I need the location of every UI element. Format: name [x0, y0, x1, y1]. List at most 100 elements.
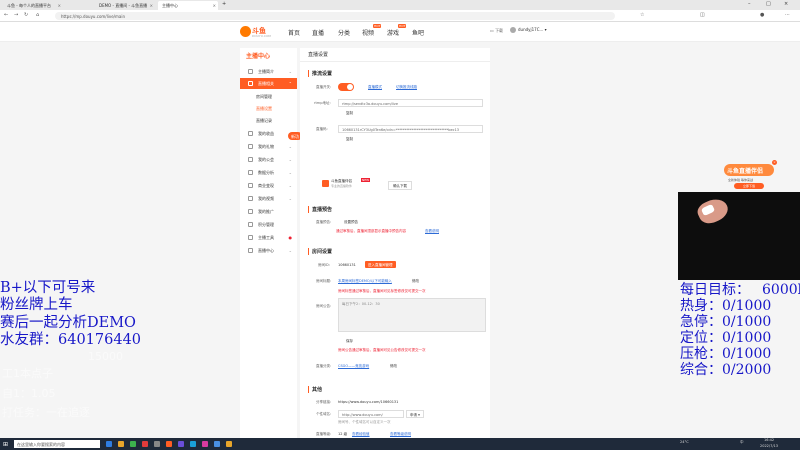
level-exp-link[interactable]: 查看经验值 — [352, 432, 370, 437]
nav-game[interactable]: 游戏 — [387, 28, 399, 37]
chevron-down-icon: ⌄ — [288, 69, 292, 74]
maximize-icon[interactable]: □ — [766, 1, 771, 7]
input-language[interactable]: 中 — [740, 440, 744, 445]
promo-title: 斗鱼直播伴侣 — [724, 164, 774, 176]
sidebar-item-live[interactable]: 直播相关 ⌃ — [240, 78, 297, 89]
close-icon[interactable]: × — [58, 3, 61, 8]
enter-room-button[interactable]: 进入直播间管理 — [365, 261, 396, 268]
more-icon[interactable]: ⋯ — [785, 12, 790, 18]
rtmp-input[interactable]: rtmp://sendtc3a.douyu.com/live — [338, 99, 483, 107]
level-desc-link[interactable]: 查看等级说明 — [390, 432, 411, 437]
nav-live[interactable]: 直播 — [312, 28, 324, 37]
sidebar-item-tools[interactable]: 主播工具 ● — [240, 232, 297, 243]
domain-apply-button[interactable]: 申请 ▾ — [406, 410, 424, 418]
section-title-push: 推流设置 — [308, 70, 332, 77]
domain-input[interactable]: http://www.douyu.com/ — [338, 410, 404, 418]
sidebar-item-room-manage[interactable]: 房间管理 — [240, 91, 297, 102]
copy-code-button[interactable]: 复制 — [346, 137, 353, 142]
back-icon[interactable]: ← — [4, 12, 8, 18]
live-mode-link[interactable]: 直播模式 — [368, 85, 382, 90]
helper-promo-popup[interactable]: 斗鱼直播伴侣 全新体验 等你来战 立即下载 × — [722, 160, 777, 192]
close-icon[interactable]: × — [213, 3, 216, 8]
taskbar-app-icon[interactable] — [178, 441, 184, 447]
guild-icon — [248, 157, 253, 162]
clock-time[interactable]: 16:42 — [764, 438, 774, 442]
forward-icon[interactable]: → — [14, 12, 18, 18]
sidebar-item-gifts[interactable]: 我的礼物 ⌄ — [240, 141, 297, 152]
douyu-logo[interactable]: 斗鱼 DOUYU.COM — [240, 25, 274, 39]
ghost-text-3: 自1：1.05 — [2, 387, 56, 400]
address-bar: ← → ↻ ⌂ https://mp.douyu.com/live/main ☆… — [0, 10, 800, 22]
sidebar-item-business[interactable]: 商业变现 ⌄ — [240, 180, 297, 191]
notice-set-button[interactable]: 设置预告 — [344, 220, 358, 225]
copy-rtmp-button[interactable]: 复制 — [346, 111, 353, 116]
taskbar-app-icon[interactable] — [166, 441, 172, 447]
extensions-icon[interactable]: ◫ — [700, 12, 705, 18]
nav-home[interactable]: 首页 — [288, 28, 300, 37]
promo-download-button[interactable]: 立即下载 — [734, 183, 764, 189]
url-input[interactable]: https://mp.douyu.com/live/main — [55, 12, 615, 20]
helper-download-card[interactable]: 斗鱼直播伴侣 专业的直播软件 — [322, 179, 352, 191]
taskbar-app-icon[interactable] — [154, 441, 160, 447]
sidebar-item-guild[interactable]: 我的公会 ⌄ — [240, 154, 297, 165]
sidebar-item-points[interactable]: 积分管理 — [240, 219, 297, 230]
home-icon[interactable]: ⌂ — [36, 12, 39, 18]
taskbar: ⊞ 在这里输入你要搜索的内容 24°C 中 16:42 2022/7/13 — [0, 438, 800, 450]
taskbar-app-icon[interactable] — [226, 441, 232, 447]
taskbar-search[interactable]: 在这里输入你要搜索的内容 — [14, 440, 100, 448]
promo-close-icon[interactable]: × — [772, 160, 777, 165]
new-tab-icon[interactable]: + — [222, 1, 226, 7]
live-toggle[interactable] — [338, 83, 354, 91]
divider — [300, 61, 490, 62]
nav-fishbar[interactable]: 鱼吧 — [412, 28, 424, 37]
taskbar-app-icon[interactable] — [118, 441, 124, 447]
stream-code-input[interactable]: 10660131rCY3Ug0Ten6e/cdn=***************… — [338, 125, 483, 133]
tools-icon — [248, 235, 253, 240]
sidebar-item-live-settings[interactable]: 直播设置 — [240, 103, 297, 114]
profile-icon[interactable]: ● — [760, 12, 764, 18]
sidebar-item-data[interactable]: 数据分析 ⌄ — [240, 167, 297, 178]
browser-tab-active[interactable]: 主播中心 × — [158, 1, 218, 10]
sidebar-item-profile[interactable]: 主播简介 ⌄ — [240, 66, 297, 77]
room-title-value[interactable]: 本周房间标签DEMO/以下可能输入 — [338, 279, 392, 284]
taskbar-app-icon[interactable] — [214, 441, 220, 447]
taskbar-app-icon[interactable] — [106, 441, 112, 447]
refresh-icon[interactable]: ↻ — [24, 12, 28, 18]
share-link[interactable]: https://www.douyu.com/10660131 — [338, 400, 398, 404]
notice-help-link[interactable]: 查看说明 — [425, 229, 439, 234]
minimize-icon[interactable]: – — [748, 1, 751, 7]
weather[interactable]: 24°C — [680, 440, 689, 444]
main-panel: 直播设置 推流设置 直播开关: 直播模式 切换推流线路 rtmp地址: rtmp… — [300, 48, 490, 438]
taskbar-app-icon[interactable] — [190, 441, 196, 447]
sidebar-item-live-record[interactable]: 直播记录 — [240, 115, 297, 126]
nav-category[interactable]: 分类 — [338, 28, 350, 37]
category-value[interactable]: CSGO——竞技游戏 — [338, 364, 369, 369]
domain-hint: 房间号、个性域名可以自定义一次 — [338, 420, 391, 424]
browser-tab[interactable]: DEMO - 直播间 - 斗鱼直播 × — [95, 1, 155, 10]
share-label: 分享链接: — [316, 400, 332, 404]
section-title-other: 其他 — [308, 386, 322, 393]
room-notice-save-button[interactable]: 保存 — [346, 339, 353, 344]
category-edit-button[interactable]: 修改 — [390, 364, 397, 369]
switch-line-link[interactable]: 切换推流线路 — [396, 85, 417, 90]
room-notice-textarea[interactable]: 每日下午2：00-12：30 — [338, 298, 486, 332]
sidebar-item-video[interactable]: 我的视频 ⌄ — [240, 193, 297, 204]
windows-start-icon[interactable]: ⊞ — [3, 441, 8, 448]
room-title-edit-button[interactable]: 修改 — [412, 279, 419, 284]
browser-tabbar: 斗鱼 - 每个人的直播平台 × DEMO - 直播间 - 斗鱼直播 × 主播中心 × … — [0, 0, 800, 10]
user-menu[interactable]: dundyj17C... ▾ — [510, 27, 547, 33]
nav-video[interactable]: 视频 — [362, 28, 374, 37]
stat-counter-strafe: 急停：0/1000 — [680, 314, 772, 330]
download-link[interactable]: ▭ 下载 — [490, 28, 503, 34]
taskbar-app-icon[interactable] — [130, 441, 136, 447]
sidebar-item-promotion[interactable]: 我的推广 — [240, 206, 297, 217]
clock-date[interactable]: 2022/7/13 — [760, 444, 778, 448]
window-close-icon[interactable]: × — [784, 1, 788, 7]
star-icon[interactable]: ☆ — [640, 12, 644, 18]
close-icon[interactable]: × — [150, 3, 153, 8]
taskbar-app-icon[interactable] — [202, 441, 208, 447]
taskbar-app-icon[interactable] — [142, 441, 148, 447]
browser-tab[interactable]: 斗鱼 - 每个人的直播平台 × — [3, 1, 63, 10]
sidebar-item-center[interactable]: 直播中心 ⌄ — [240, 245, 297, 256]
download-helper-button[interactable]: 确认下载 — [388, 181, 412, 190]
